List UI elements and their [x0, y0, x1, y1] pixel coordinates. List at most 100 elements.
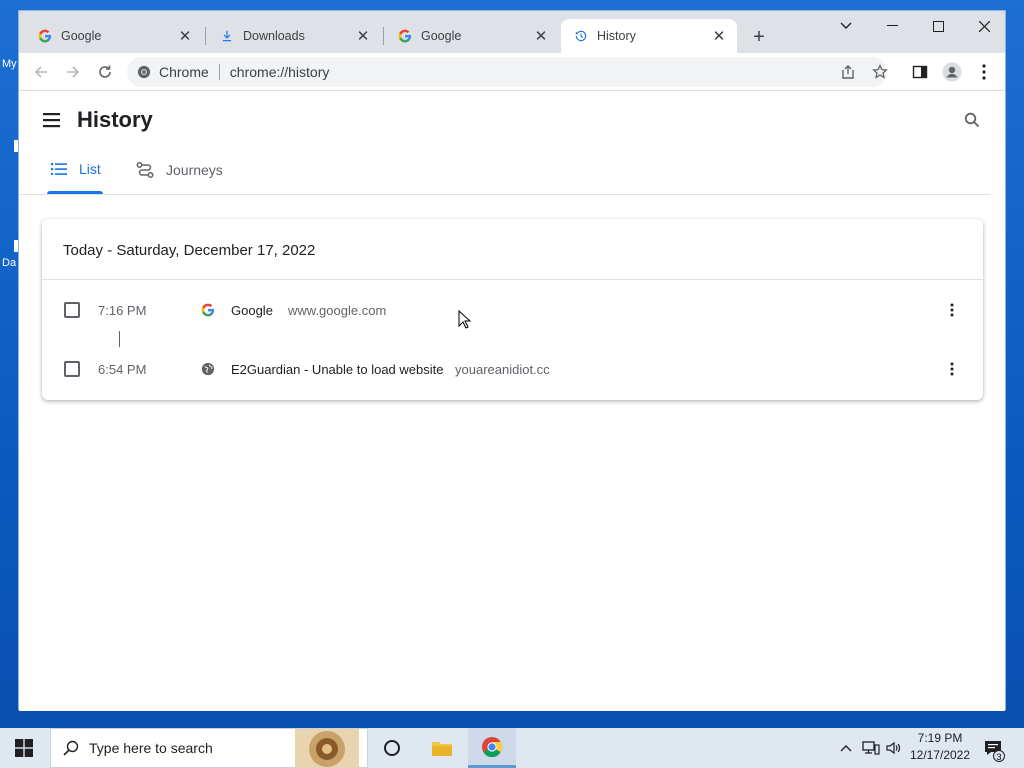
clock-time: 7:19 PM	[917, 731, 963, 745]
search-placeholder: Type here to search	[89, 740, 213, 756]
taskbar-clock[interactable]: 7:19 PM 12/17/2022	[900, 730, 980, 764]
arrow-left-icon	[34, 66, 47, 78]
tab-title: Downloads	[243, 29, 305, 43]
search-icon	[63, 740, 79, 756]
entry-domain: www.google.com	[288, 302, 387, 318]
minimize-button[interactable]	[869, 11, 915, 41]
entry-checkbox[interactable]	[64, 302, 80, 318]
close-tab-icon[interactable]: ✕	[177, 28, 193, 45]
desktop-icon-label[interactable]: My	[2, 58, 17, 70]
close-window-button[interactable]	[961, 11, 1007, 41]
history-entry-row[interactable]: 6:54 PM E2Guardian - Unable to load webs…	[42, 346, 983, 392]
show-hidden-icons-button[interactable]	[836, 728, 856, 768]
cortana-circle-icon	[384, 740, 400, 756]
profile-button[interactable]	[938, 58, 966, 86]
chrome-menu-button[interactable]	[970, 58, 998, 86]
journeys-icon	[136, 161, 154, 179]
tab-title: History	[597, 29, 636, 43]
hamburger-menu-icon	[43, 113, 60, 128]
profile-avatar-icon	[942, 62, 962, 82]
tab-separator	[205, 27, 206, 45]
browser-tab-history[interactable]: History ✕	[561, 19, 737, 53]
side-panel-button[interactable]	[906, 58, 934, 86]
search-history-button[interactable]	[959, 107, 985, 133]
search-icon	[964, 112, 980, 128]
browser-tab-google-1[interactable]: Google ✕	[25, 19, 203, 53]
share-icon	[842, 65, 854, 79]
network-button[interactable]	[860, 728, 882, 768]
tab-search-button[interactable]	[823, 11, 869, 41]
entry-title-link[interactable]: E2Guardian - Unable to load website	[231, 362, 443, 377]
timeline-connector	[119, 331, 120, 347]
browser-toolbar: Chrome chrome://history	[19, 53, 1005, 91]
back-button[interactable]	[27, 58, 55, 86]
desktop-icon-label[interactable]: Da	[2, 257, 16, 269]
notification-count-badge: 3	[993, 750, 1005, 762]
card-divider	[42, 279, 983, 280]
clock-date: 12/17/2022	[909, 748, 971, 762]
close-icon	[978, 20, 990, 32]
new-tab-button[interactable]: +	[747, 25, 771, 49]
history-entry-row[interactable]: 7:16 PM Google www.google.com	[42, 287, 983, 333]
entry-title-link[interactable]: Google	[231, 303, 273, 318]
arrow-right-icon	[67, 66, 80, 78]
tab-list-label: List	[79, 161, 101, 177]
history-page: History List Journeys Today - Saturday,	[19, 91, 1005, 711]
entry-domain: youareanidiot.cc	[455, 361, 550, 377]
chrome-taskbar-button[interactable]	[468, 728, 516, 768]
folder-icon	[432, 742, 452, 756]
search-highlight-image	[295, 729, 359, 768]
active-tab-indicator	[47, 191, 103, 194]
entry-more-actions-button[interactable]	[940, 298, 964, 322]
browser-tab-google-2[interactable]: Google ✕	[385, 19, 559, 53]
history-tabs: List Journeys	[19, 149, 991, 195]
share-button[interactable]	[834, 58, 862, 86]
close-tab-icon[interactable]: ✕	[533, 28, 549, 45]
entry-checkbox[interactable]	[64, 361, 80, 377]
reload-button[interactable]	[91, 58, 119, 86]
close-tab-icon[interactable]: ✕	[355, 28, 371, 45]
entry-time: 7:16 PM	[98, 302, 147, 318]
day-heading: Today - Saturday, December 17, 2022	[63, 242, 316, 259]
forward-button[interactable]	[59, 58, 87, 86]
tab-journeys[interactable]: Journeys	[136, 161, 223, 179]
list-icon	[51, 163, 67, 175]
url-text[interactable]: chrome://history	[230, 64, 330, 80]
menu-button[interactable]	[41, 109, 63, 131]
history-icon	[573, 28, 589, 44]
maximize-button[interactable]	[915, 11, 961, 41]
reload-icon	[99, 65, 111, 78]
more-vertical-icon	[950, 362, 954, 376]
maximize-icon	[932, 20, 944, 32]
page-title: History	[77, 107, 153, 132]
tab-title: Google	[421, 29, 462, 43]
chrome-logo-icon	[137, 65, 151, 79]
chrome-window: Google ✕ Downloads ✕ Google ✕ History ✕	[18, 10, 1006, 711]
tab-strip: Google ✕ Downloads ✕ Google ✕ History ✕	[19, 11, 1005, 53]
network-icon	[862, 741, 880, 755]
history-day-card: Today - Saturday, December 17, 2022 7:16…	[42, 219, 983, 400]
chrome-logo-icon	[482, 736, 503, 757]
cortana-button[interactable]	[368, 728, 416, 768]
history-header: History	[19, 91, 1005, 149]
browser-tab-downloads[interactable]: Downloads ✕	[207, 19, 381, 53]
google-g-icon	[397, 28, 413, 44]
start-button[interactable]	[0, 728, 48, 768]
chevron-up-icon	[840, 745, 852, 752]
taskbar-search-box[interactable]: Type here to search	[50, 728, 368, 768]
download-icon	[219, 28, 235, 44]
entry-time: 6:54 PM	[98, 361, 147, 377]
google-g-icon	[37, 28, 53, 44]
chrome-site-chip[interactable]: Chrome	[137, 64, 209, 80]
tab-list[interactable]: List	[51, 161, 101, 177]
more-vertical-icon	[982, 64, 986, 80]
address-bar[interactable]: Chrome chrome://history	[127, 57, 887, 87]
tab-title: Google	[61, 29, 102, 43]
file-explorer-button[interactable]	[418, 728, 466, 768]
minimize-icon	[886, 25, 898, 26]
action-center-button[interactable]: 3	[980, 728, 1006, 768]
tab-separator	[383, 27, 384, 45]
bookmark-button[interactable]	[866, 58, 894, 86]
close-tab-icon[interactable]: ✕	[711, 28, 727, 45]
entry-more-actions-button[interactable]	[940, 357, 964, 381]
